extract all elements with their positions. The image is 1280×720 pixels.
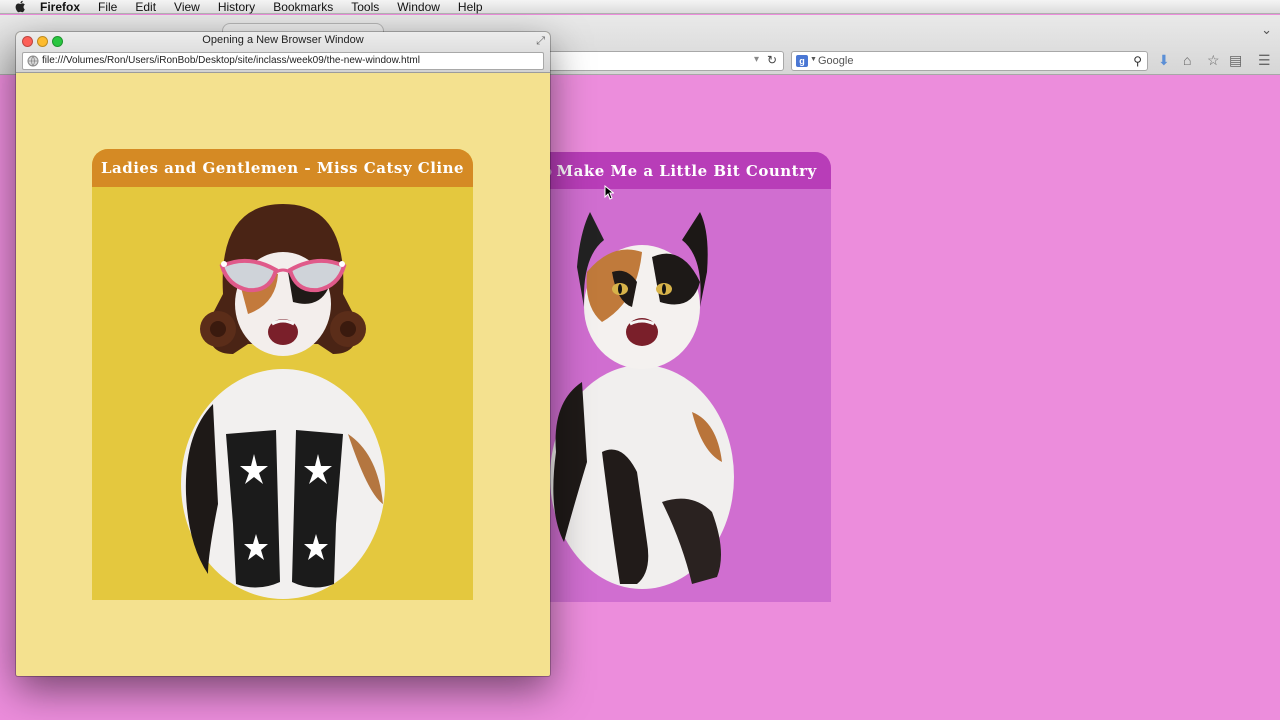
card-title-text: Make Me a Little Bit Country	[556, 161, 817, 180]
menu-bookmarks[interactable]: Bookmarks	[273, 0, 333, 14]
menu-edit[interactable]: Edit	[135, 0, 156, 14]
card-title: o Make Me a Little Bit Country	[532, 152, 831, 189]
popup-card-title: Ladies and Gentlemen - Miss Catsy Cline	[92, 149, 473, 187]
menu-file[interactable]: File	[98, 0, 117, 14]
apple-icon[interactable]	[14, 0, 28, 13]
hamburger-menu-icon[interactable]: ☰	[1258, 52, 1271, 70]
menu-app-firefox[interactable]: Firefox	[40, 0, 80, 14]
calico-cat-image	[550, 212, 734, 589]
calico-cat-with-wig-glasses-boots-image	[181, 204, 385, 599]
popup-address-bar[interactable]: file:///Volumes/Ron/Users/iRonBob/Deskto…	[22, 52, 544, 70]
globe-icon	[27, 55, 39, 67]
menu-window[interactable]: Window	[397, 0, 440, 14]
popup-titlebar[interactable]: Opening a New Browser Window ⤢ file:///V…	[16, 32, 550, 73]
menu-tools[interactable]: Tools	[351, 0, 379, 14]
catsy-cline-card: Ladies and Gentlemen - Miss Catsy Cline	[92, 149, 473, 600]
menu-bar: Firefox File Edit View History Bookmarks…	[0, 0, 1280, 14]
popup-url: file:///Volumes/Ron/Users/iRonBob/Deskto…	[42, 55, 420, 66]
menu-history[interactable]: History	[218, 0, 255, 14]
tab-list-icon[interactable]: ⌄	[1261, 22, 1272, 38]
search-placeholder: Google	[818, 55, 854, 67]
engine-dropdown-icon[interactable]: ▼	[810, 56, 817, 63]
downloads-icon[interactable]: ⬇	[1158, 52, 1170, 70]
reload-icon[interactable]: ↻	[767, 53, 777, 67]
country-card: o Make Me a Little Bit Country	[532, 152, 831, 602]
search-icon[interactable]: ⚲	[1133, 54, 1142, 68]
fullscreen-icon[interactable]: ⤢	[536, 35, 545, 48]
popup-window-title: Opening a New Browser Window	[202, 34, 364, 46]
google-engine-icon[interactable]: g	[796, 55, 808, 67]
bookmark-star-icon[interactable]: ☆	[1207, 52, 1220, 70]
menu-help[interactable]: Help	[458, 0, 483, 14]
url-dropdown-icon[interactable]: ▾	[754, 54, 759, 65]
bookmarks-menu-icon[interactable]: ▤	[1229, 52, 1242, 70]
home-icon[interactable]: ⌂	[1183, 52, 1191, 70]
popup-browser-window: Opening a New Browser Window ⤢ file:///V…	[16, 32, 550, 676]
menu-view[interactable]: View	[174, 0, 200, 14]
search-input[interactable]: g ▼ Google ⚲	[791, 51, 1148, 71]
mouse-cursor-icon	[604, 185, 614, 200]
main-url-bar[interactable]: ▾ ↻	[548, 51, 784, 71]
